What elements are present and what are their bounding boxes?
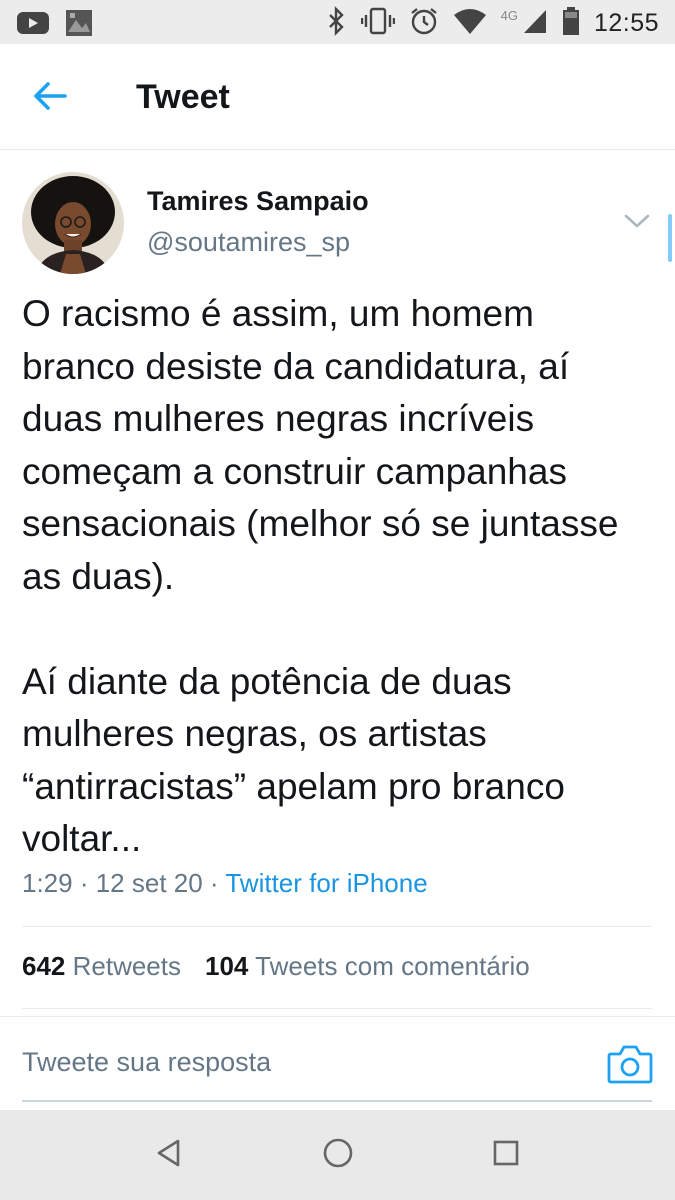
bluetooth-icon xyxy=(327,6,347,41)
meta-separator: · xyxy=(202,868,226,898)
square-recents-icon xyxy=(491,1138,521,1173)
tweet-paragraph: Aí diante da potência de duas mulheres n… xyxy=(22,660,565,860)
youtube-icon xyxy=(16,10,50,41)
quote-tweets-count: 104 xyxy=(205,951,249,981)
divider xyxy=(22,926,652,927)
tweet-stats: 642 Retweets 104 Tweets com comentário xyxy=(22,951,530,982)
camera-button[interactable] xyxy=(607,1044,653,1084)
retweets-stat[interactable]: 642 Retweets xyxy=(22,951,181,982)
tweet-options-button[interactable] xyxy=(620,208,654,238)
author-handle[interactable]: @soutamires_sp xyxy=(147,227,350,258)
quote-tweets-label: Tweets com comentário xyxy=(248,951,530,981)
author-avatar[interactable] xyxy=(22,172,124,274)
alarm-icon xyxy=(409,6,439,41)
nav-back-button[interactable] xyxy=(148,1134,190,1176)
signal-icon xyxy=(522,7,548,40)
tweet-date: 12 set 20 xyxy=(95,868,203,898)
author-name[interactable]: Tamires Sampaio xyxy=(147,186,369,217)
tweet-time: 1:29 xyxy=(22,868,73,898)
tweet-source-link[interactable]: Twitter for iPhone xyxy=(225,868,427,898)
clock-time: 12:55 xyxy=(593,9,659,37)
back-button[interactable] xyxy=(30,78,70,118)
reply-input[interactable]: Tweete sua resposta xyxy=(22,1047,271,1078)
photo-icon xyxy=(64,8,94,43)
reply-underline xyxy=(22,1100,652,1102)
scroll-indicator xyxy=(668,214,672,262)
reply-composer: Tweete sua resposta xyxy=(0,1016,675,1111)
quote-tweets-stat[interactable]: 104 Tweets com comentário xyxy=(205,951,530,982)
chevron-down-icon xyxy=(623,212,651,235)
status-bar: 4G 12:55 xyxy=(0,0,675,44)
nav-home-button[interactable] xyxy=(317,1134,359,1176)
vibrate-icon xyxy=(360,6,395,41)
divider xyxy=(22,1008,652,1009)
tweet-paragraph: O racismo é assim, um homem branco desis… xyxy=(22,293,619,597)
retweets-count: 642 xyxy=(22,951,66,981)
app-bar: Tweet xyxy=(0,44,675,150)
battery-icon xyxy=(562,6,580,41)
nav-recents-button[interactable] xyxy=(485,1134,527,1176)
meta-separator: · xyxy=(72,868,96,898)
page-title: Tweet xyxy=(136,78,230,116)
tweet-text: O racismo é assim, um homem branco desis… xyxy=(22,288,652,866)
camera-icon xyxy=(607,1045,653,1088)
screen: 4G 12:55 Tweet Tamires Sampaio @soutamir… xyxy=(0,0,675,1200)
wifi-icon xyxy=(453,7,487,40)
tweet-metadata: 1:29 · 12 set 20 · Twitter for iPhone xyxy=(22,868,428,899)
retweets-label: Retweets xyxy=(65,951,181,981)
network-type: 4G xyxy=(500,8,518,23)
system-nav-bar xyxy=(0,1110,675,1200)
circle-home-icon xyxy=(321,1136,355,1175)
arrow-left-icon xyxy=(33,81,67,116)
triangle-back-icon xyxy=(154,1137,184,1174)
